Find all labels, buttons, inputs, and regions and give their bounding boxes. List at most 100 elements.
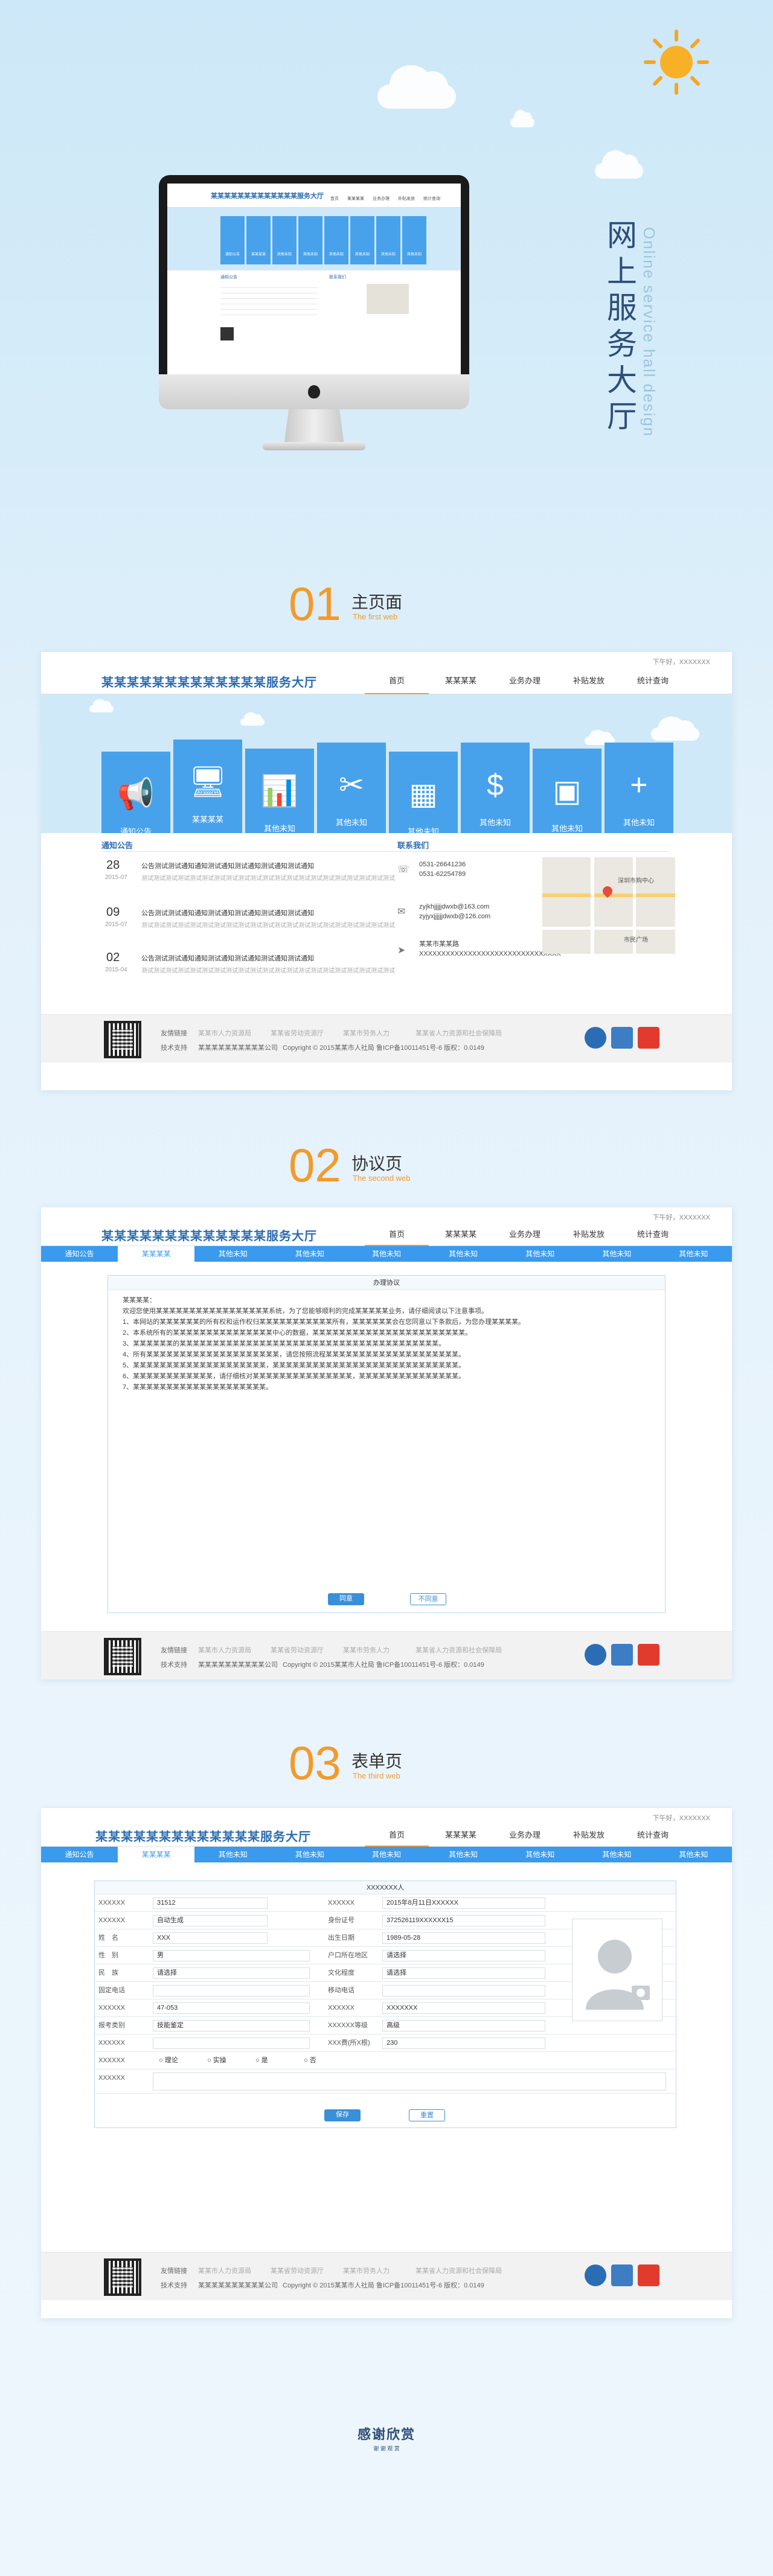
subnav-item[interactable]: 其他未知 (425, 1847, 502, 1862)
subnav-item[interactable]: 其他未知 (348, 1246, 425, 1262)
name-input[interactable]: XXX (153, 1932, 268, 1944)
subnav-item[interactable]: 其他未知 (348, 1847, 425, 1862)
footer-link[interactable]: 某某市人力资源局 (198, 1645, 251, 1655)
birthdate-input[interactable]: 1989-05-28 (382, 1932, 545, 1944)
nav-home[interactable]: 首页 (365, 668, 429, 694)
footer-link[interactable]: 某某市人力资源局 (198, 1028, 251, 1038)
subnav-item[interactable]: 其他未知 (655, 1847, 732, 1862)
save-button[interactable]: 保存 (324, 2109, 361, 2121)
text-input[interactable]: XXXXXXX (382, 2002, 545, 2014)
gender-select[interactable]: 男 (153, 1950, 310, 1961)
nav-item[interactable]: 业务办理 (493, 1223, 557, 1246)
nav-item[interactable]: 某某某某 (429, 668, 493, 694)
footer-link[interactable]: 某某市劳务人力 (343, 1028, 390, 1038)
nav-item[interactable]: 统计查询 (621, 1824, 685, 1847)
text-input[interactable]: 31512 (153, 1897, 268, 1909)
contact-email[interactable]: zyjkhjjjjjdwxb@163.com (419, 903, 489, 910)
map[interactable]: 深圳市购中心 市民广场 (542, 857, 675, 954)
textarea-input[interactable] (153, 2073, 666, 2091)
nav-home[interactable]: 首页 (365, 1223, 429, 1246)
education-select[interactable]: 请选择 (382, 1967, 545, 1979)
text-input[interactable]: 自动生成 (153, 1915, 268, 1926)
tile-service[interactable]: 🖥 某某某某 (173, 740, 242, 839)
site-footer: 友情链接 某某市人力资源局 某某省劳动资源厅 某某市劳务人力 某某省人力资源和社… (41, 2252, 732, 2300)
exam-type-select[interactable]: 技能鉴定 (153, 2020, 310, 2031)
region-select[interactable]: 请选择 (382, 1950, 545, 1961)
tile-other[interactable]: $ 其他未知 (461, 743, 530, 842)
subnav-item-active[interactable]: 某某某某 (118, 1246, 195, 1262)
notice-item[interactable]: 02 2015-04 公告测试测试通知通知测试通知测试通知测试通知测试通知 测试… (101, 951, 403, 993)
subnav-item[interactable]: 其他未知 (579, 1847, 655, 1862)
notice-title[interactable]: 通知公告 (101, 839, 133, 851)
nav-item[interactable]: 某某某某 (429, 1824, 493, 1847)
notice-item[interactable]: 28 2015-07 公告测试测试通知通知测试通知测试通知测试通知测试通知 测试… (101, 858, 403, 901)
footer-support: 某某某某某某某某某某公司 (198, 2282, 278, 2289)
phone-input[interactable] (153, 1985, 310, 1996)
footer-link[interactable]: 某某省劳动资源厅 (271, 2266, 324, 2275)
subnav-item[interactable]: 其他未知 (194, 1246, 271, 1262)
reset-button[interactable]: 重置 (409, 2109, 445, 2121)
nav-item[interactable]: 补贴发放 (557, 668, 621, 694)
site-brand[interactable]: 某某某某某某某某某某某某某服务大厅 (95, 1827, 311, 1844)
field-label: XXX费(所X根) (328, 2039, 370, 2047)
subnav-item[interactable]: 其他未知 (502, 1847, 579, 1862)
subnav-item[interactable]: 其他未知 (655, 1246, 732, 1262)
contact-email[interactable]: zyjyxjjjjjjdwxb@126.com (419, 913, 490, 920)
cloud (89, 699, 114, 712)
security-badge-icon (611, 1644, 633, 1666)
nav-item[interactable]: 业务办理 (493, 1824, 557, 1847)
nav-item[interactable]: 统计查询 (621, 1223, 685, 1246)
nav-item[interactable]: 补贴发放 (557, 1824, 621, 1847)
subnav-item[interactable]: 其他未知 (502, 1246, 579, 1262)
footer-link[interactable]: 某某市劳务人力 (343, 2266, 390, 2275)
radio-option[interactable]: ○ 否 (300, 2052, 316, 2069)
field-label: XXXXXX (98, 1899, 126, 1906)
footer-link[interactable]: 某某省人力资源和社会保障局 (415, 2266, 502, 2275)
nav-item[interactable]: 某某某某 (429, 1223, 493, 1246)
subnav-item-active[interactable]: 某某某某 (118, 1847, 195, 1862)
disagree-button[interactable]: 不同意 (410, 1593, 446, 1605)
text-input[interactable]: 47-053 (153, 2002, 310, 2014)
footer-link[interactable]: 某某市人力资源局 (198, 2266, 251, 2275)
mobile-input[interactable] (382, 1985, 545, 1996)
radio-option[interactable]: ○ 实操 (204, 2052, 226, 2069)
nav-home[interactable]: 首页 (365, 1824, 429, 1847)
mini-tile: 其他未知 (350, 216, 374, 264)
tile-other[interactable]: ✂ 其他未知 (317, 743, 386, 842)
mini-tile: 通知公告 (220, 216, 245, 264)
text-input[interactable] (153, 2037, 310, 2049)
sub-nav: 通知公告 某某某某 其他未知 其他未知 其他未知 其他未知 其他未知 其他未知 … (41, 1847, 732, 1862)
id-number-input[interactable]: 372526119XXXXXX15 (382, 1915, 545, 1926)
radio-option[interactable]: ○ 理论 (155, 2052, 178, 2069)
tile-other[interactable]: + 其他未知 (605, 743, 673, 842)
nav-item[interactable]: 统计查询 (621, 668, 685, 694)
subnav-item[interactable]: 其他未知 (579, 1246, 655, 1262)
subnav-item[interactable]: 其他未知 (425, 1246, 502, 1262)
subnav-item[interactable]: 通知公告 (41, 1847, 118, 1862)
agreement-item: 6、某某某某某某某某某某某某，请仔细核对某某某某某某某某某某某某某某某，某某某某… (123, 1373, 466, 1380)
nav-item[interactable]: 业务办理 (493, 668, 557, 694)
application-form: XXXXXXX人 XXXXXX 31512 XXXXXX 2015年8月11日X… (94, 1881, 677, 2128)
monitor-icon: 🖥 (188, 765, 227, 799)
fee-input[interactable]: 230 (382, 2037, 545, 2049)
nav-item[interactable]: 补贴发放 (557, 1223, 621, 1246)
agree-button[interactable]: 同意 (328, 1593, 364, 1605)
subnav-item[interactable]: 其他未知 (271, 1847, 348, 1862)
site-brand[interactable]: 某某某某某某某某某某某某某服务大厅 (101, 1226, 317, 1244)
photo-upload[interactable] (572, 1919, 662, 2021)
notice-item[interactable]: 09 2015-07 公告测试测试通知通知测试通知测试通知测试通知测试通知 测试… (101, 906, 403, 948)
mini-nav-item: 统计查询 (423, 197, 440, 201)
footer-link[interactable]: 某某市劳务人力 (343, 1645, 390, 1655)
footer-link[interactable]: 某某省劳动资源厅 (271, 1645, 324, 1655)
subnav-item[interactable]: 其他未知 (271, 1246, 348, 1262)
site-brand[interactable]: 某某某某某某某某某某某某某服务大厅 (101, 673, 317, 690)
subnav-item[interactable]: 其他未知 (194, 1847, 271, 1862)
radio-option[interactable]: ○ 是 (252, 2052, 268, 2069)
subnav-item[interactable]: 通知公告 (41, 1246, 118, 1262)
footer-link[interactable]: 某某省人力资源和社会保障局 (415, 1645, 502, 1655)
level-select[interactable]: 高级 (382, 2020, 545, 2031)
footer-link[interactable]: 某某省劳动资源厅 (271, 1028, 324, 1038)
text-input[interactable]: 2015年8月11日XXXXXX (382, 1897, 545, 1909)
footer-link[interactable]: 某某省人力资源和社会保障局 (415, 1028, 502, 1038)
ethnicity-select[interactable]: 请选择 (153, 1967, 310, 1979)
